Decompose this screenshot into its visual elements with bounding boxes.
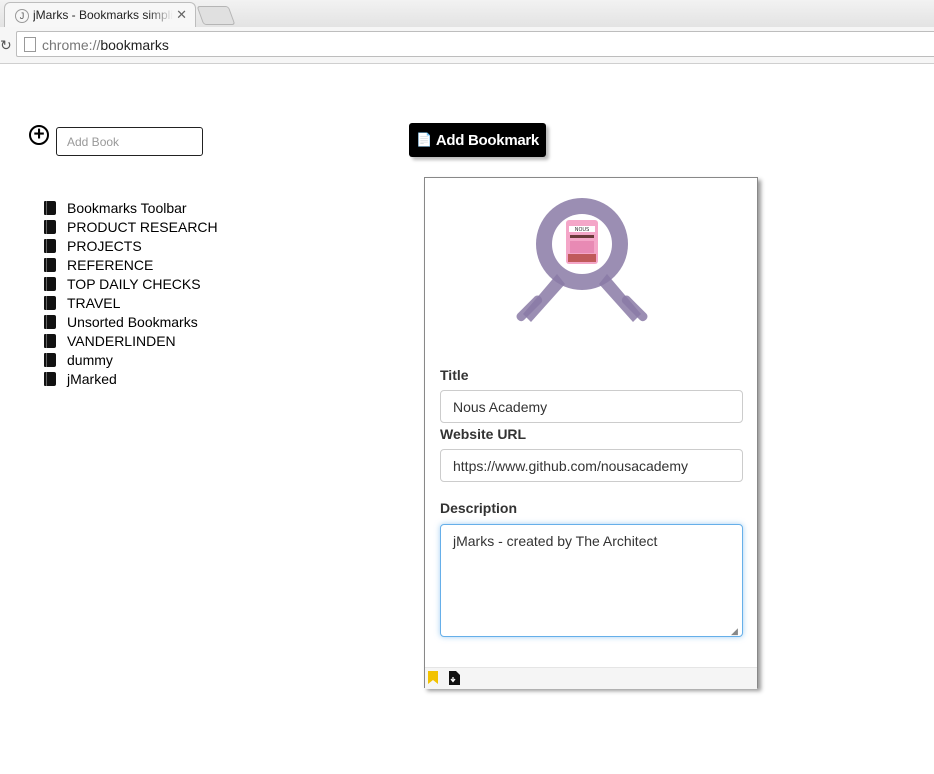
book-label: TRAVEL <box>67 294 121 311</box>
book-label: TOP DAILY CHECKS <box>67 275 201 292</box>
browser-tab-bar: J jMarks - Bookmarks simplified ✕ <box>0 0 934 28</box>
add-bookmark-label: Add Bookmark <box>435 131 539 149</box>
book-label: dummy <box>67 351 113 368</box>
book-icon <box>44 371 56 386</box>
book-icon <box>44 238 56 253</box>
url-label: Website URL <box>440 426 527 442</box>
book-icon <box>44 314 56 329</box>
title-label: Title <box>440 367 469 383</box>
book-label: PROJECTS <box>67 237 142 254</box>
book-item[interactable]: dummy <box>44 350 218 369</box>
favicon-icon: J <box>15 9 29 23</box>
book-item[interactable]: PROJECTS <box>44 236 218 255</box>
book-label: Bookmarks Toolbar <box>67 199 187 216</box>
document-download-icon[interactable] <box>449 671 460 685</box>
url-scheme: chrome:// <box>42 37 101 53</box>
url-path: bookmarks <box>100 37 169 53</box>
logo-text: NOUS <box>575 227 590 233</box>
book-item[interactable]: PRODUCT RESEARCH <box>44 217 218 236</box>
new-tab-button[interactable] <box>196 6 236 25</box>
book-icon <box>44 295 56 310</box>
book-item[interactable]: TOP DAILY CHECKS <box>44 274 218 293</box>
book-label: Unsorted Bookmarks <box>67 313 198 330</box>
book-label: VANDERLINDEN <box>67 332 176 349</box>
book-icon <box>44 257 56 272</box>
address-bar[interactable]: chrome://bookmarks <box>16 31 934 57</box>
bookmark-flag-icon[interactable] <box>428 671 438 684</box>
book-icon <box>44 200 56 215</box>
book-list: Bookmarks Toolbar PRODUCT RESEARCH PROJE… <box>44 198 218 388</box>
page-icon <box>24 37 36 52</box>
book-label: jMarked <box>67 370 117 387</box>
url-input[interactable] <box>440 449 743 482</box>
browser-tab[interactable]: J jMarks - Bookmarks simplified ✕ <box>4 2 196 27</box>
add-bookmark-button[interactable]: 📄 Add Bookmark <box>409 123 546 157</box>
browser-toolbar: ↻ chrome://bookmarks <box>0 27 934 64</box>
book-item[interactable]: TRAVEL <box>44 293 218 312</box>
book-item[interactable]: Bookmarks Toolbar <box>44 198 218 217</box>
nous-academy-logo: NOUS <box>516 198 648 322</box>
url-text: chrome://bookmarks <box>42 37 169 53</box>
book-item[interactable]: VANDERLINDEN <box>44 331 218 350</box>
book-item[interactable]: REFERENCE <box>44 255 218 274</box>
tab-title: jMarks - Bookmarks simplified <box>33 8 173 22</box>
description-label: Description <box>440 500 518 516</box>
tab-close-icon[interactable]: ✕ <box>176 7 187 23</box>
book-item[interactable]: jMarked <box>44 369 218 388</box>
document-icon: 📄 <box>416 132 432 147</box>
add-book-input[interactable] <box>56 127 203 156</box>
description-textarea[interactable]: jMarks - created by The Architect <box>440 524 743 637</box>
bookmark-card: NOUS Title Website URL Description jMark… <box>424 177 758 689</box>
resize-grip-icon[interactable]: ◢ <box>731 626 738 637</box>
add-book-plus-icon[interactable]: + <box>29 125 49 145</box>
card-footer <box>425 667 757 689</box>
book-icon <box>44 219 56 234</box>
book-icon <box>44 276 56 291</box>
book-item[interactable]: Unsorted Bookmarks <box>44 312 218 331</box>
book-icon <box>44 333 56 348</box>
title-input[interactable] <box>440 390 743 423</box>
book-label: REFERENCE <box>67 256 154 273</box>
book-icon <box>44 352 56 367</box>
reload-icon[interactable]: ↻ <box>0 37 12 54</box>
book-label: PRODUCT RESEARCH <box>67 218 218 235</box>
